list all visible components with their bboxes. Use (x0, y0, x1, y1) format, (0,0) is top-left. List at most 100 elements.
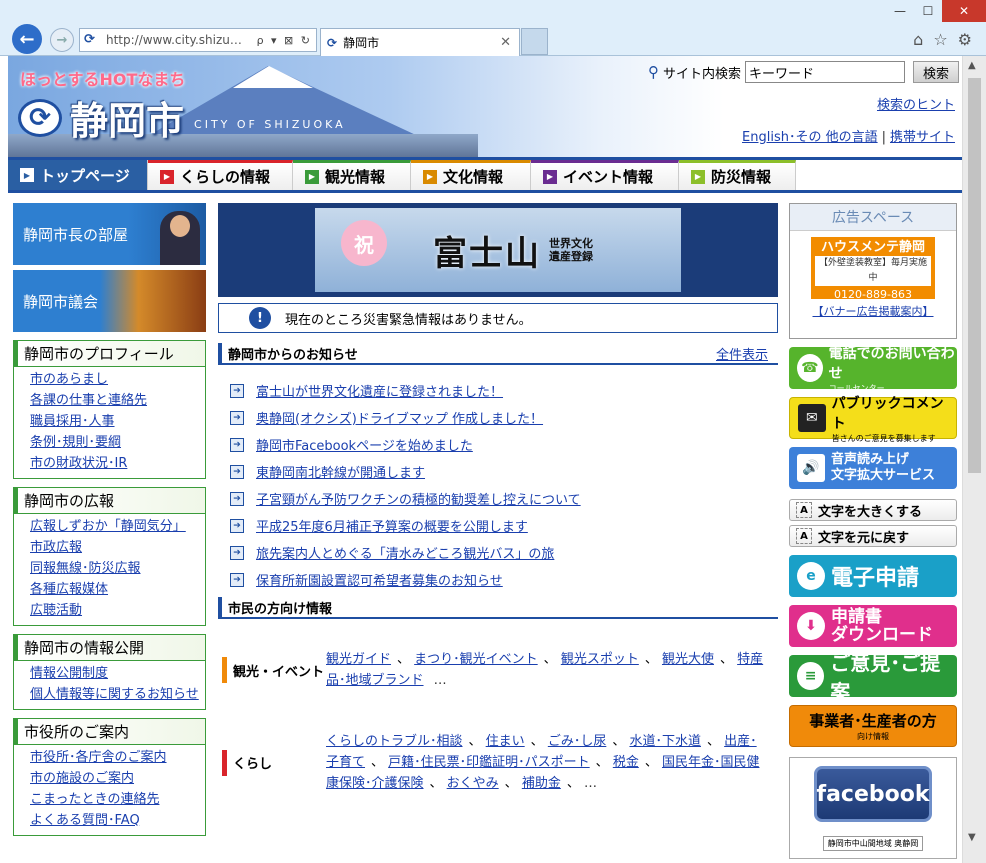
search-input[interactable] (745, 61, 906, 83)
nav-tourism[interactable]: ▶ 観光情報 (293, 160, 411, 190)
nav-living[interactable]: ▶ くらしの情報 (148, 160, 293, 190)
button-label: 文字を大きくする (818, 504, 923, 520)
sidebar-link[interactable]: こまったときの連絡先 (30, 792, 159, 807)
sidebar-link[interactable]: 市の財政状況･IR (30, 456, 127, 471)
address-bar[interactable]: ⟳ http://www.city.shizu… ρ ▾ ⊠ ↻ (79, 28, 317, 52)
new-tab-button[interactable] (521, 28, 548, 55)
category-link[interactable]: 観光大使 (662, 652, 714, 667)
download-forms-button[interactable]: ⬇ 申請書 ダウンロード (789, 605, 957, 647)
ad-space: 広告スペース ハウスメンテ静岡 【外壁塗装教室】毎月実施中 0120-889-8… (789, 203, 957, 339)
tab-close-icon[interactable]: ✕ (500, 35, 519, 50)
nav-disaster[interactable]: ▶ 防災情報 (679, 160, 796, 190)
category-link[interactable]: 補助金 (522, 776, 561, 791)
category-link[interactable]: おくやみ (447, 776, 499, 791)
sidebar-link[interactable]: 情報公開制度 (30, 666, 108, 681)
more-ellipsis[interactable]: … (584, 776, 597, 791)
ad-banner-tel: 0120-889-863 (834, 288, 912, 301)
mount-fuji-snow (233, 66, 313, 88)
news-item: ➔ 東静岡南北幹線が開通します (230, 458, 778, 485)
ad-guide-link[interactable]: 【バナー広告掲載案内】 (813, 305, 934, 318)
mayor-banner[interactable]: 静岡市長の部屋 (13, 203, 206, 265)
sidebar-link[interactable]: 個人情報等に関するお知らせ (30, 687, 199, 702)
sidebar-link[interactable]: 職員採用･人事 (30, 414, 115, 429)
phone-inquiry-button[interactable]: ☎ 電話でのお問い合わせ コールセンター (789, 346, 957, 393)
category-link[interactable]: 水道･下水道 (629, 734, 701, 749)
sidebar-link[interactable]: 市のあらまし (30, 372, 108, 387)
sidebar-link[interactable]: 市政広報 (30, 540, 82, 555)
news-title: 静岡市からのお知らせ (228, 347, 358, 363)
scroll-up-icon[interactable]: ▲ (968, 60, 976, 71)
category-link[interactable]: 戸籍･住民票･印鑑証明･パスポート (388, 755, 590, 770)
category-link[interactable]: 観光ガイド (326, 652, 391, 667)
nav-culture[interactable]: ▶ 文化情報 (411, 160, 531, 190)
news-link[interactable]: 富士山が世界文化遺産に登録されました！ (256, 381, 503, 400)
e-icon: e (797, 562, 825, 590)
back-button[interactable]: ← (12, 24, 42, 54)
favorites-star-icon[interactable]: ☆ (933, 30, 947, 49)
ad-banner[interactable]: ハウスメンテ静岡 【外壁塗装教室】毎月実施中 0120-889-863 (811, 237, 935, 301)
fuji-world-heritage-banner[interactable]: 祝 富士山 世界文化 遺産登録 (218, 203, 778, 297)
category-link[interactable]: 税金 (613, 755, 639, 770)
play-arrow-icon: ▶ (20, 168, 34, 182)
search-button[interactable]: 検索 (913, 61, 960, 83)
sidebar-link[interactable]: よくある質問･FAQ (30, 813, 140, 828)
news-link[interactable]: 東静岡南北幹線が開通します (256, 462, 425, 481)
category-link[interactable]: まつり･観光イベント (414, 652, 538, 667)
scroll-down-icon[interactable]: ▼ (968, 832, 976, 843)
opinion-button[interactable]: ≡ ご意見･ご提案 (789, 651, 957, 704)
e-application-button[interactable]: e 電子申請 (789, 555, 957, 597)
address-url[interactable]: http://www.city.shizu… (106, 33, 257, 47)
sidebar-link[interactable]: 同報無線･防災広報 (30, 561, 141, 576)
font-larger-button[interactable]: A 文字を大きくする (789, 499, 957, 521)
maximize-icon[interactable]: ☐ (914, 0, 942, 22)
business-info-button[interactable]: 事業者･生産者の方 向け情報 (789, 705, 957, 747)
public-comment-button[interactable]: ✉ パブリックコメント 皆さんのご意見を募集します (789, 396, 957, 443)
scroll-thumb[interactable] (968, 78, 981, 473)
voice-service-button[interactable]: 🔊 音声読み上げ 文字拡大サービス (789, 447, 957, 489)
sidebar-link[interactable]: 市の施設のご案内 (30, 771, 134, 786)
category-link[interactable]: ごみ･し尿 (548, 734, 607, 749)
facebook-banner[interactable]: facebook 静岡市中山間地域 奥静岡 (789, 757, 957, 859)
sidebar-link[interactable]: 広報しずおか「静岡気分」 (30, 519, 186, 534)
nav-events[interactable]: ▶ イベント情報 (531, 160, 679, 190)
vertical-scrollbar[interactable]: ▲ ▼ (962, 56, 986, 863)
mobile-site-link[interactable]: 携帯サイト (890, 130, 955, 145)
category-link[interactable]: くらしのトラブル･相談 (326, 734, 463, 749)
nav-top-page[interactable]: ▶ トップページ (8, 160, 148, 190)
sidebar-link[interactable]: 各種広報媒体 (30, 582, 108, 597)
news-link[interactable]: 静岡市Facebookページを始めました (256, 435, 473, 454)
sidebar-link[interactable]: 市役所･各庁舎のご案内 (30, 750, 167, 765)
close-icon[interactable]: ✕ (942, 0, 986, 22)
news-link[interactable]: 奥静岡(オクシズ)ドライブマップ 作成しました！ (256, 408, 543, 427)
box-title: 静岡市のプロフィール (14, 341, 205, 367)
sidebar-link[interactable]: 条例･規則･要綱 (30, 435, 121, 450)
language-link[interactable]: English･その 他の言語 (742, 130, 878, 145)
font-reset-button[interactable]: A 文字を元に戻す (789, 525, 957, 547)
category-link[interactable]: 住まい (486, 734, 525, 749)
browser-tab[interactable]: ⟳ 静岡市 ✕ (320, 28, 520, 56)
address-controls[interactable]: ρ ▾ ⊠ ↻ (257, 34, 316, 47)
global-nav: ▶ トップページ ▶ くらしの情報 ▶ 観光情報 ▶ 文化情報 ▶ イベント情報 ▶ 防災情… (8, 157, 962, 193)
more-ellipsis[interactable]: … (434, 673, 447, 688)
forward-button[interactable]: → (50, 28, 74, 52)
arrow-icon: ➔ (230, 518, 244, 533)
category-link[interactable]: 観光スポット (561, 652, 639, 667)
show-all-link[interactable]: 全件表示 (716, 344, 768, 363)
news-link[interactable]: 子宮頸がん予防ワクチンの積極的勧奨差し控えについて (256, 489, 581, 508)
box-title: 市役所のご案内 (14, 719, 205, 745)
box-title: 静岡市の情報公開 (14, 635, 205, 661)
search-hint-link[interactable]: 検索のヒント (877, 98, 955, 113)
settings-gear-icon[interactable]: ⚙ (958, 30, 972, 49)
news-link[interactable]: 保育所新園設置認可希望者募集のお知らせ (256, 570, 503, 589)
main-content: 祝 富士山 世界文化 遺産登録 ! 現在のところ災害緊急情報はありません。 静岡市… (218, 203, 778, 794)
sidebar-link[interactable]: 各課の仕事と連絡先 (30, 393, 147, 408)
ad-space-title: 広告スペース (790, 204, 956, 231)
site-logo[interactable]: ⟳ 静岡市 CITY OF SHIZUOKA (18, 90, 346, 145)
minimize-icon[interactable]: — (886, 0, 914, 22)
council-banner[interactable]: 静岡市議会 (13, 270, 206, 332)
news-link[interactable]: 平成25年度6月補正予算案の概要を公開します (256, 516, 528, 535)
news-link[interactable]: 旅先案内人とめぐる「清水みどころ観光バス」の旅 (256, 543, 554, 562)
home-icon[interactable]: ⌂ (913, 30, 923, 49)
sidebar-link[interactable]: 広聴活動 (30, 603, 82, 618)
map-pin-icon: ⚲ (648, 63, 659, 81)
